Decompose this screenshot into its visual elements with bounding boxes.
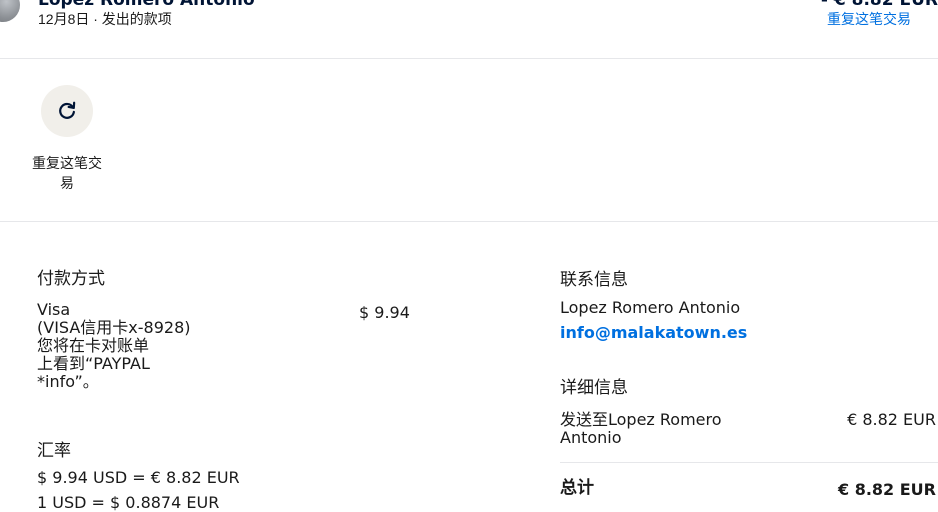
payment-amount: $ 9.94 — [359, 303, 410, 322]
sent-to-label: 发送至Lopez Romero Antonio — [560, 410, 722, 447]
repeat-transaction-button[interactable]: 重复这笔交 易 — [28, 85, 106, 193]
refresh-icon — [59, 101, 76, 119]
sent-amount: € 8.82 EUR — [847, 410, 936, 429]
avatar — [0, 0, 20, 22]
transaction-header: Lopez Romero Antonio 12月8日 · 发出的款项 - € 8… — [0, 0, 938, 59]
exchange-rate-title: 汇率 — [37, 441, 71, 460]
repeat-transaction-link[interactable]: 重复这笔交易 — [827, 9, 911, 29]
total-amount: € 8.82 EUR — [838, 480, 936, 499]
contact-name: Lopez Romero Antonio — [560, 298, 741, 317]
details-title: 详细信息 — [560, 378, 628, 397]
contact-email-link[interactable]: info@malakatown.es — [560, 323, 747, 342]
actions-section: 重复这笔交 易 — [0, 60, 938, 222]
exchange-rate-unit: 1 USD = $ 0.8874 EUR — [37, 493, 220, 512]
details-divider — [560, 462, 938, 463]
payment-method-title: 付款方式 — [37, 269, 105, 288]
contact-info-title: 联系信息 — [560, 270, 628, 289]
payment-method-details: Visa (VISA信用卡x-8928) 您将在卡对账单 上看到“PAYPAL … — [37, 300, 191, 391]
repeat-icon-circle[interactable] — [41, 85, 93, 137]
total-label: 总计 — [560, 478, 594, 498]
repeat-transaction-label: 重复这笔交 易 — [32, 155, 102, 191]
transaction-date-type: 12月8日 · 发出的款项 — [38, 11, 172, 27]
exchange-rate-conversion: $ 9.94 USD = € 8.82 EUR — [37, 468, 240, 487]
